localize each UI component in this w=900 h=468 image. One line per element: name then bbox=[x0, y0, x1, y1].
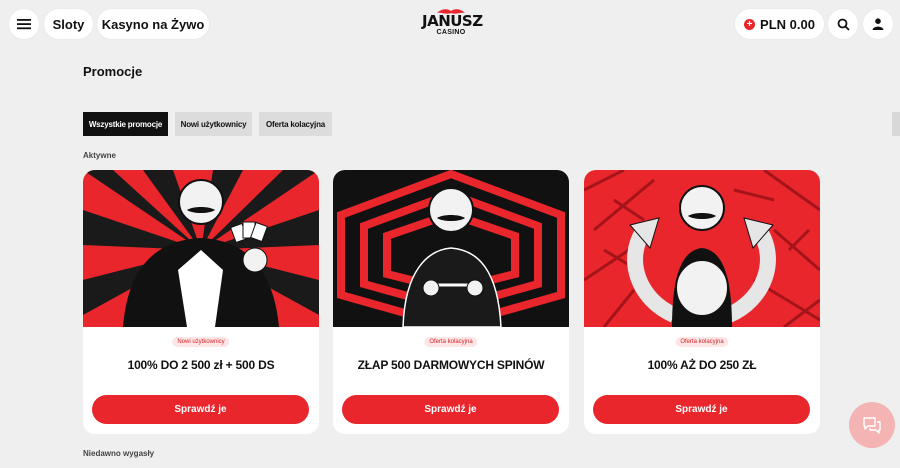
promo-card[interactable]: Nowi użytkownicy 100% DO 2 500 zł + 500 … bbox=[83, 170, 319, 434]
promo-image-bike bbox=[333, 170, 569, 327]
casino-logo[interactable]: JANUSZ CASINO bbox=[422, 8, 483, 42]
tab-new-users[interactable]: Nowi użytkownicy bbox=[175, 112, 252, 136]
promo-title: ZŁAP 500 DARMOWYCH SPINÓW bbox=[357, 358, 545, 372]
check-promo-button[interactable]: Sprawdź je bbox=[92, 395, 309, 424]
scroll-handle[interactable] bbox=[892, 112, 900, 136]
user-icon bbox=[872, 18, 884, 30]
promo-badge: Oferta kolacyjna bbox=[675, 337, 729, 347]
check-promo-button[interactable]: Sprawdź je bbox=[342, 395, 559, 424]
promo-card[interactable]: Oferta kolacyjna 100% AŻ DO 250 ZŁ Spraw… bbox=[584, 170, 820, 434]
page-title: Promocje bbox=[83, 64, 143, 79]
logo-sub: CASINO bbox=[436, 29, 466, 36]
tab-all-promotions[interactable]: Wszystkie promocje bbox=[83, 112, 168, 136]
nav-sloty[interactable]: Sloty bbox=[44, 9, 93, 39]
section-active-label: Aktywne bbox=[83, 151, 116, 160]
tab-dinner-offer[interactable]: Oferta kolacyjna bbox=[259, 112, 332, 136]
account-button[interactable] bbox=[863, 9, 893, 39]
nav-live-casino[interactable]: Kasyno na Żywo bbox=[97, 9, 209, 39]
promo-badge: Nowi użytkownicy bbox=[172, 337, 230, 347]
balance-button[interactable]: + PLN 0.00 bbox=[735, 9, 824, 39]
promo-image-arrows bbox=[584, 170, 820, 327]
section-expired-label: Niedawno wygasły bbox=[83, 449, 155, 458]
balance-value: PLN 0.00 bbox=[760, 16, 815, 32]
plus-icon: + bbox=[744, 18, 756, 30]
menu-button[interactable] bbox=[9, 9, 39, 39]
promo-badge: Oferta kolacyjna bbox=[424, 337, 478, 347]
chat-button[interactable] bbox=[849, 402, 895, 448]
promo-title: 100% AŻ DO 250 ZŁ bbox=[647, 358, 757, 372]
search-button[interactable] bbox=[828, 9, 858, 39]
chat-bubbles-icon bbox=[863, 417, 881, 434]
top-header: Sloty Kasyno na Żywo JANUSZ CASINO + PLN… bbox=[0, 0, 900, 50]
promo-image-cards bbox=[83, 170, 319, 327]
promo-card[interactable]: Oferta kolacyjna ZŁAP 500 DARMOWYCH SPIN… bbox=[333, 170, 569, 434]
hamburger-icon bbox=[17, 19, 31, 30]
logo-name: JANUSZ bbox=[422, 12, 483, 30]
check-promo-button[interactable]: Sprawdź je bbox=[593, 395, 810, 424]
search-icon bbox=[837, 18, 850, 31]
promo-title: 100% DO 2 500 zł + 500 DS bbox=[127, 358, 275, 372]
